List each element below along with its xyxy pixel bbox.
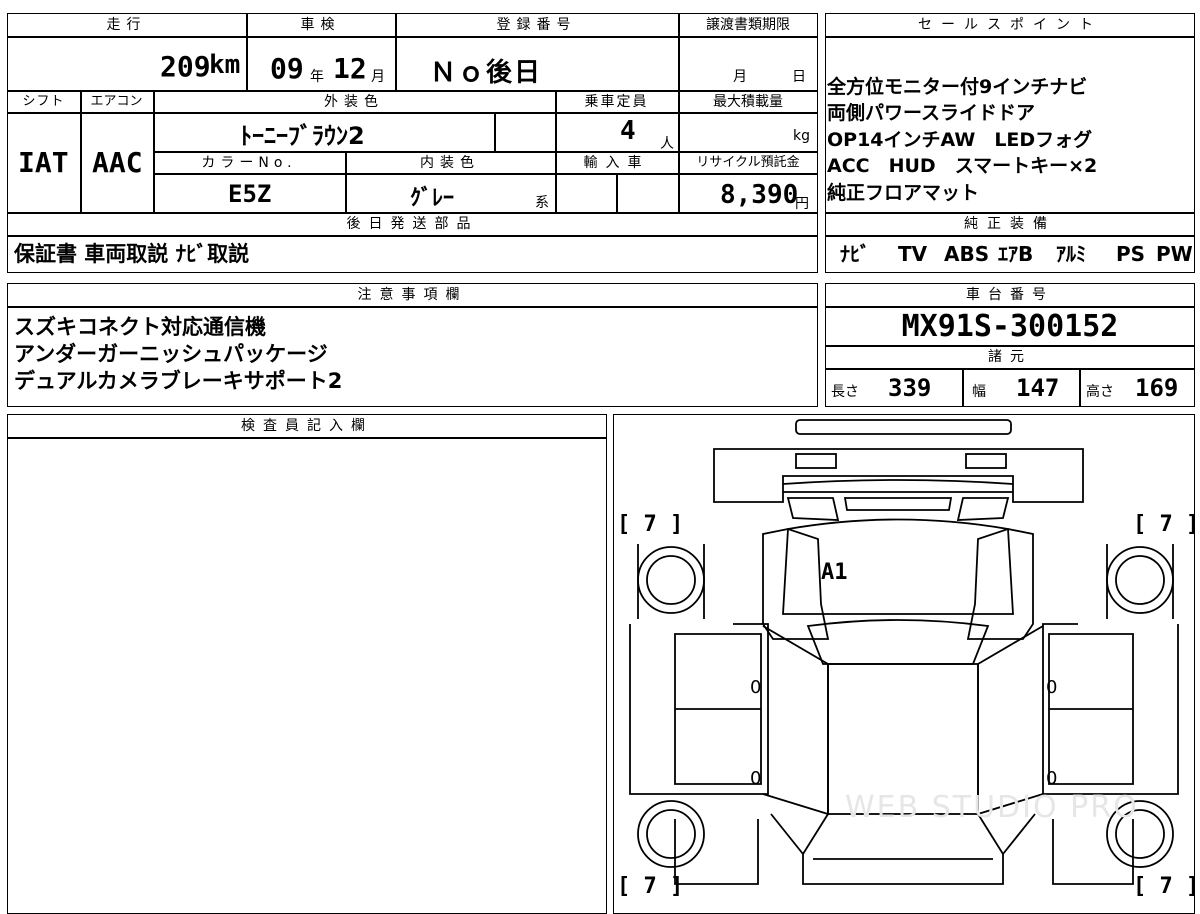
import-header: 輸入車: [583, 155, 650, 171]
color-no-header: カラーNo.: [201, 155, 297, 171]
car-outline-diagram: [629, 419, 1179, 885]
divider: [7, 235, 818, 237]
note-line: デュアルカメラブレーキサポート2: [14, 369, 343, 393]
tire-tread-front-right: [ 7 ]: [1133, 512, 1200, 537]
divider: [616, 173, 618, 213]
height-value: 169: [1135, 374, 1179, 402]
sales-point-line: ACC HUD スマートキー×2: [827, 155, 1098, 177]
recycle-unit: 円: [795, 196, 809, 212]
later-parts-value: 保証書 車両取説 ﾅﾋﾞ取説: [14, 242, 250, 266]
month-unit: 月: [371, 69, 385, 85]
mileage-header: 走行: [106, 17, 147, 33]
specs-header: 諸元: [988, 349, 1032, 365]
mileage-unit: km: [209, 50, 241, 80]
inspector-box: [7, 414, 607, 914]
divider: [825, 36, 1195, 38]
divider: [7, 36, 818, 38]
divider: [494, 112, 496, 152]
capacity-header: 乗車定員: [584, 94, 649, 110]
registration-value: Ｎｏ後日: [430, 58, 543, 88]
deadline-day-unit: 日: [792, 69, 806, 85]
height-label: 高さ: [1086, 384, 1114, 400]
note-line: アンダーガーニッシュパッケージ: [14, 342, 328, 366]
equipment-item: ABS: [944, 242, 990, 266]
interior-suffix: 系: [535, 195, 549, 211]
chassis-header: 車台番号: [966, 287, 1054, 303]
sales-point-line: 両側パワースライドドア: [827, 102, 1036, 124]
recycle-value: 8,390: [720, 180, 799, 210]
divider: [7, 112, 818, 114]
door-right-front-value: 0: [1046, 677, 1058, 698]
tire-tread-front-left: [ 7 ]: [617, 512, 684, 537]
equipment-item: ｴｱB: [998, 242, 1034, 266]
equipment-item: PS: [1116, 242, 1146, 266]
door-left-front-value: 0: [750, 677, 762, 698]
vehicle-info-table: [7, 13, 818, 273]
deadline-month-unit: 月: [733, 69, 747, 85]
divider: [153, 173, 818, 175]
tire-tread-rear-left: [ 7 ]: [617, 874, 684, 899]
inspection-year: 09: [270, 52, 304, 85]
capacity-value: 4: [620, 116, 636, 146]
color-no-value: E5Z: [228, 180, 272, 208]
inspector-header: 検査員記入欄: [241, 418, 373, 434]
divider: [1079, 368, 1081, 407]
equipment-item: TV: [898, 242, 928, 266]
mileage-value: 209: [160, 50, 211, 83]
registration-header: 登録番号: [496, 17, 577, 33]
chassis-number: MX91S-300152: [901, 309, 1119, 344]
divider: [7, 437, 607, 439]
divider: [825, 235, 1195, 237]
divider: [7, 306, 818, 308]
divider: [825, 306, 1195, 308]
length-label: 長さ: [831, 384, 859, 400]
tire-tread-rear-right: [ 7 ]: [1133, 874, 1200, 899]
sales-point-line: 純正フロアマット: [827, 182, 980, 204]
recycle-fee-header: リサイクル預託金: [696, 155, 800, 170]
damage-mark-a1: A1: [821, 560, 848, 585]
equipment-item: ｱﾙﾐ: [1056, 242, 1086, 266]
inspection-month: 12: [333, 52, 367, 85]
max-load-header: 最大積載量: [713, 94, 783, 110]
shift-header: シフト: [22, 94, 65, 109]
shift-value: IAT: [18, 146, 69, 179]
exterior-color-value: ﾄｰﾆｰﾌﾞﾗｳﾝ2: [240, 122, 365, 150]
year-unit: 年: [310, 69, 324, 85]
interior-color-header: 内装色: [420, 155, 480, 171]
divider: [825, 368, 1195, 370]
length-value: 339: [888, 374, 932, 402]
watermark: WEB STUDIO PRO: [845, 790, 1139, 825]
genuine-equipment-header: 純正装備: [964, 216, 1056, 232]
width-value: 147: [1016, 374, 1060, 402]
sales-points-header: セールスポイント: [918, 17, 1102, 33]
load-unit: kg: [793, 128, 810, 144]
capacity-unit: 人: [660, 136, 674, 152]
aircon-value: AAC: [92, 146, 143, 179]
door-left-rear-value: 0: [750, 768, 762, 789]
divider: [962, 368, 964, 407]
aircon-header: エアコン: [90, 94, 143, 109]
inspection-header: 車検: [300, 17, 341, 33]
equipment-item: PW: [1156, 242, 1193, 266]
door-right-rear-value: 0: [1046, 768, 1058, 789]
sales-point-line: OP14インチAW LEDフォグ: [827, 129, 1093, 151]
width-label: 幅: [972, 384, 986, 400]
equipment-item: ﾅﾋﾞ: [840, 242, 870, 266]
notes-header: 注意事項欄: [357, 287, 468, 303]
later-parts-header: 後日発送部品: [346, 216, 479, 232]
interior-color-value: ｸﾞﾚｰ: [410, 186, 455, 211]
transfer-deadline-header: 譲渡書類期限: [706, 17, 790, 33]
exterior-color-header: 外装色: [324, 94, 384, 110]
note-line: スズキコネクト対応通信機: [14, 315, 266, 339]
sales-point-line: 全方位モニター付9インチナビ: [827, 76, 1088, 98]
